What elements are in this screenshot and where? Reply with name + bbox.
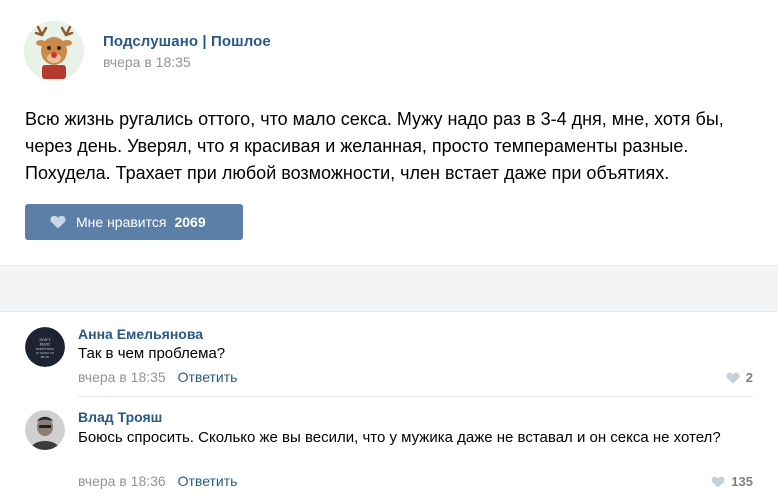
post-text: Всю жизнь ругались оттого, что мало секс… xyxy=(25,109,724,183)
post-date[interactable]: вчера в 18:35 xyxy=(103,54,191,70)
reply-link[interactable]: Ответить xyxy=(178,369,238,385)
post-author[interactable]: Подслушано | Пошлое xyxy=(103,33,271,50)
avatar-caption-line: IS GOING TO xyxy=(36,351,54,355)
comment: DON'T PANIC EVERYTHING IS GOING TO BE OK… xyxy=(0,312,778,398)
deer-icon xyxy=(24,21,84,81)
avatar-caption-line: BE OK xyxy=(41,355,50,359)
comment-meta: вчера в 18:36 Ответить xyxy=(78,473,237,489)
community-avatar[interactable] xyxy=(24,21,84,81)
commenter-avatar[interactable] xyxy=(25,410,65,450)
like-label: Мне нравится xyxy=(76,214,167,230)
like-button[interactable]: Мне нравится 2069 xyxy=(25,204,243,240)
avatar-caption-line: EVERYTHING xyxy=(36,347,55,351)
commenter-avatar[interactable]: DON'T PANIC EVERYTHING IS GOING TO BE OK xyxy=(25,327,65,367)
like-count: 2069 xyxy=(174,214,206,230)
comment-like[interactable]: 135 xyxy=(711,474,753,489)
section-divider xyxy=(0,265,778,312)
post: Подслушано | Пошлое вчера в 18:35 Всю жи… xyxy=(0,0,778,265)
comment: Влад Трояш Боюсь спросить. Сколько же вы… xyxy=(0,398,778,494)
comment-date[interactable]: вчера в 18:36 xyxy=(78,473,166,489)
reply-link[interactable]: Ответить xyxy=(178,473,238,489)
comment-like-count: 135 xyxy=(731,474,753,489)
comment-author[interactable]: Влад Трояш xyxy=(78,409,162,425)
comment-like[interactable]: 2 xyxy=(726,370,753,385)
comment-meta: вчера в 18:35 Ответить xyxy=(78,369,237,385)
comment-like-count: 2 xyxy=(745,370,753,385)
heart-icon xyxy=(726,372,740,384)
comment-author[interactable]: Анна Емельянова xyxy=(78,326,203,342)
comment-text: Боюсь спросить. Сколько же вы весили, чт… xyxy=(78,429,721,446)
heart-icon xyxy=(50,215,66,229)
avatar-caption-line: PANIC xyxy=(39,343,50,347)
heart-icon xyxy=(711,476,725,488)
comment-text: Так в чем проблема? xyxy=(78,345,226,362)
comment-date[interactable]: вчера в 18:35 xyxy=(78,369,166,385)
comment-divider xyxy=(78,396,753,397)
avatar-caption-line: DON'T xyxy=(39,338,51,342)
